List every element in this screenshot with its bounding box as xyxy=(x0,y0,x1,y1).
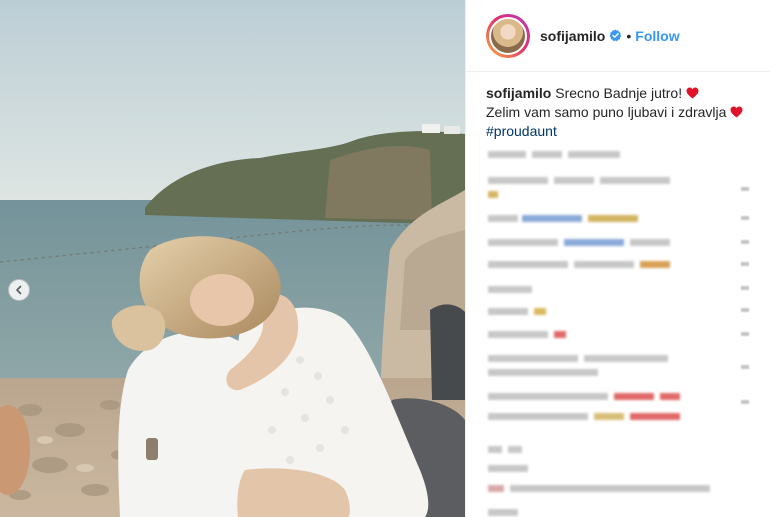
caption-username[interactable]: sofijamilo xyxy=(486,85,551,101)
avatar[interactable] xyxy=(489,16,527,55)
comment-blurred xyxy=(488,236,688,250)
comment-like-icon[interactable] xyxy=(741,286,749,290)
action-icons-blurred[interactable] xyxy=(488,443,548,457)
comment-like-icon[interactable] xyxy=(741,240,749,244)
view-all-comments-blurred[interactable] xyxy=(488,148,628,162)
likes-count-blurred xyxy=(488,462,548,476)
post-photo[interactable] xyxy=(0,0,465,517)
post-header: sofijamilo • Follow xyxy=(466,0,770,72)
comment-like-icon[interactable] xyxy=(741,216,749,220)
comment-blurred xyxy=(488,366,638,380)
comment-blurred xyxy=(488,174,688,188)
comment-blurred xyxy=(488,212,668,226)
story-ring[interactable] xyxy=(486,13,530,58)
post-details-panel: sofijamilo • Follow sofijamilo Srecno Ba… xyxy=(465,0,770,517)
comment-blurred xyxy=(488,305,578,319)
comment-like-icon[interactable] xyxy=(741,332,749,336)
comment-like-icon[interactable] xyxy=(741,308,749,312)
comment-blurred-emoji xyxy=(488,188,508,202)
red-heart-emoji-icon xyxy=(686,87,699,99)
separator-dot: • xyxy=(626,27,632,44)
follow-button[interactable]: Follow xyxy=(635,28,679,44)
comment-blurred xyxy=(488,283,548,297)
comment-like-icon[interactable] xyxy=(741,400,749,404)
red-heart-emoji-icon xyxy=(730,106,743,118)
comment-like-icon[interactable] xyxy=(741,365,749,369)
instagram-post: sofijamilo • Follow sofijamilo Srecno Ba… xyxy=(0,0,770,517)
username-link[interactable]: sofijamilo xyxy=(540,28,605,44)
carousel-prev-button[interactable] xyxy=(8,279,30,301)
comment-like-icon[interactable] xyxy=(741,262,749,266)
caption-line-1: Srecno Badnje jutro! xyxy=(555,85,683,101)
caption-line-2: Zelim vam samo puno ljubavi i zdravlja xyxy=(486,104,727,120)
photo-scene xyxy=(0,0,465,517)
comment-blurred xyxy=(488,258,698,272)
hashtag-link[interactable]: #proudaunt xyxy=(486,123,557,139)
comment-blurred xyxy=(488,352,698,366)
comment-like-icon[interactable] xyxy=(741,187,749,191)
caption: sofijamilo Srecno Badnje jutro! Zelim va… xyxy=(466,72,770,141)
comment-blurred xyxy=(488,410,718,424)
verified-badge-icon xyxy=(609,29,622,42)
comment-blurred xyxy=(488,482,748,496)
comment-blurred xyxy=(488,328,588,342)
comment-blurred xyxy=(488,390,718,404)
comment-blurred xyxy=(488,506,548,517)
chevron-left-icon xyxy=(16,285,22,295)
